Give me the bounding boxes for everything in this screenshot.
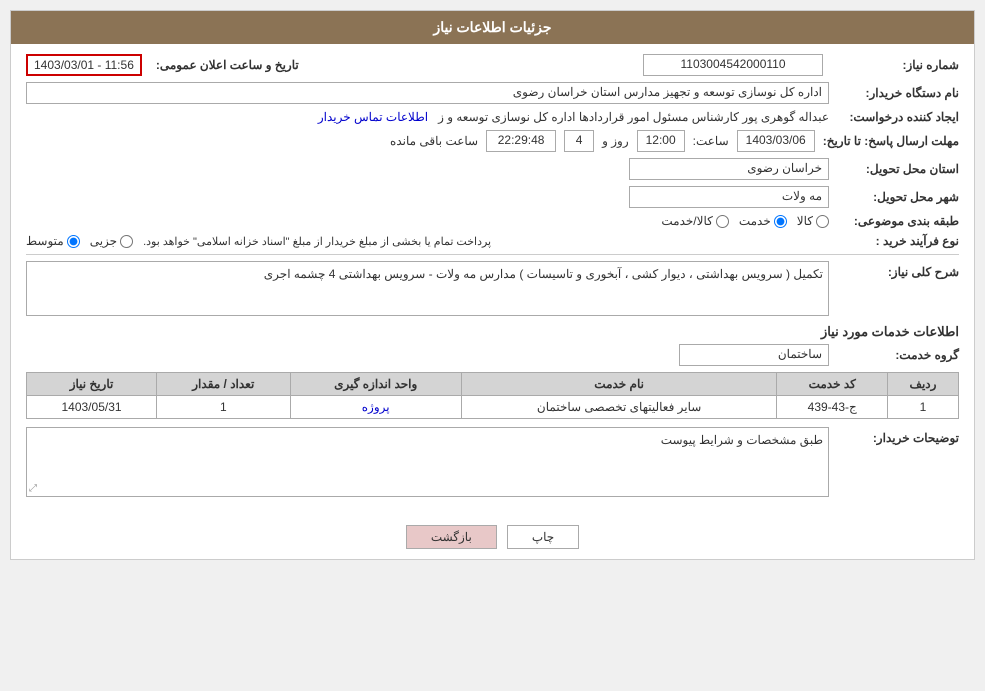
- tabaqe-kala[interactable]: کالا: [797, 214, 829, 228]
- tawsif-label: توضیحات خریدار:: [829, 427, 959, 445]
- tabaqe-label: طبقه بندی موضوعی:: [829, 214, 959, 228]
- name-dastgah-value: اداره کل نوسازی توسعه و تجهیز مدارس استا…: [26, 82, 829, 104]
- col-date: تاریخ نیاز: [27, 373, 157, 396]
- nooe-farayand-note: پرداخت تمام یا بخشی از مبلغ خریدار از مب…: [143, 235, 491, 248]
- cell-date: 1403/05/31: [27, 396, 157, 419]
- services-table: ردیف کد خدمت نام خدمت واحد اندازه گیری ت…: [26, 372, 959, 419]
- mohlat-rooz-label: روز و: [602, 134, 629, 148]
- date-announce-value: 1403/03/01 - 11:56: [26, 54, 142, 76]
- shomara-niaz-label: شماره نیاز:: [829, 58, 959, 72]
- ejad-konande-label: ایجاد کننده درخواست:: [829, 110, 959, 124]
- cell-unit: پروژه: [290, 396, 461, 419]
- print-button[interactable]: چاپ: [507, 525, 579, 549]
- cell-code: ج-43-439: [777, 396, 888, 419]
- mohlat-rooz-value: 4: [564, 130, 594, 152]
- table-row: 1 ج-43-439 سایر فعالیتهای تخصصی ساختمان …: [27, 396, 959, 419]
- gorooh-khedmat-value: ساختمان: [679, 344, 829, 366]
- resize-handle: ⤢: [29, 483, 37, 494]
- tabaqe-khedmat[interactable]: خدمت: [739, 214, 787, 228]
- col-radif: ردیف: [888, 373, 959, 396]
- mohlat-time: 12:00: [637, 130, 685, 152]
- ejad-konande-value: عبداله گوهری پور کارشناس مسئول امور قرار…: [438, 110, 829, 124]
- cell-name: سایر فعالیتهای تخصصی ساختمان: [461, 396, 777, 419]
- sharh-label: شرح کلی نیاز:: [829, 261, 959, 279]
- mohlat-remaining-label: ساعت باقی مانده: [390, 134, 478, 148]
- shomara-niaz-value: 1103004542000110: [643, 54, 823, 76]
- ostan-label: استان محل تحویل:: [829, 162, 959, 176]
- cell-quantity: 1: [157, 396, 291, 419]
- col-name: نام خدمت: [461, 373, 777, 396]
- farayand-jozi[interactable]: جزیی: [90, 234, 133, 248]
- cell-radif: 1: [888, 396, 959, 419]
- ostan-value: خراسان رضوی: [629, 158, 829, 180]
- ettelaat-tamas-link[interactable]: اطلاعات تماس خریدار: [318, 110, 428, 124]
- nooe-farayand-label: نوع فرآیند خرید :: [829, 234, 959, 248]
- col-unit: واحد اندازه گیری: [290, 373, 461, 396]
- mohlat-remaining-time: 22:29:48: [486, 130, 556, 152]
- sharh-value: تکمیل ( سرویس بهداشتی ، دیوار کشی ، آبخو…: [26, 261, 829, 316]
- back-button[interactable]: بازگشت: [406, 525, 497, 549]
- tawsif-value: طبق مشخصات و شرایط پیوست ⤢: [26, 427, 829, 497]
- khadamat-section-title: اطلاعات خدمات مورد نیاز: [26, 324, 959, 340]
- mohlat-label: مهلت ارسال پاسخ: تا تاریخ:: [815, 134, 959, 148]
- date-announce-label: تاریخ و ساعت اعلان عمومی:: [148, 58, 299, 72]
- page-title: جزئیات اطلاعات نیاز: [11, 11, 974, 44]
- mohlat-date: 1403/03/06: [737, 130, 815, 152]
- name-dastgah-label: نام دستگاه خریدار:: [829, 86, 959, 100]
- mohlat-time-label: ساعت:: [693, 134, 729, 148]
- shahr-label: شهر محل تحویل:: [829, 190, 959, 204]
- tabaqe-kala-khedmat[interactable]: کالا/خدمت: [661, 214, 728, 228]
- farayand-motevaset[interactable]: متوسط: [26, 234, 80, 248]
- gorooh-khedmat-label: گروه خدمت:: [829, 348, 959, 362]
- shahr-value: مه ولات: [629, 186, 829, 208]
- col-quantity: تعداد / مقدار: [157, 373, 291, 396]
- col-code: کد خدمت: [777, 373, 888, 396]
